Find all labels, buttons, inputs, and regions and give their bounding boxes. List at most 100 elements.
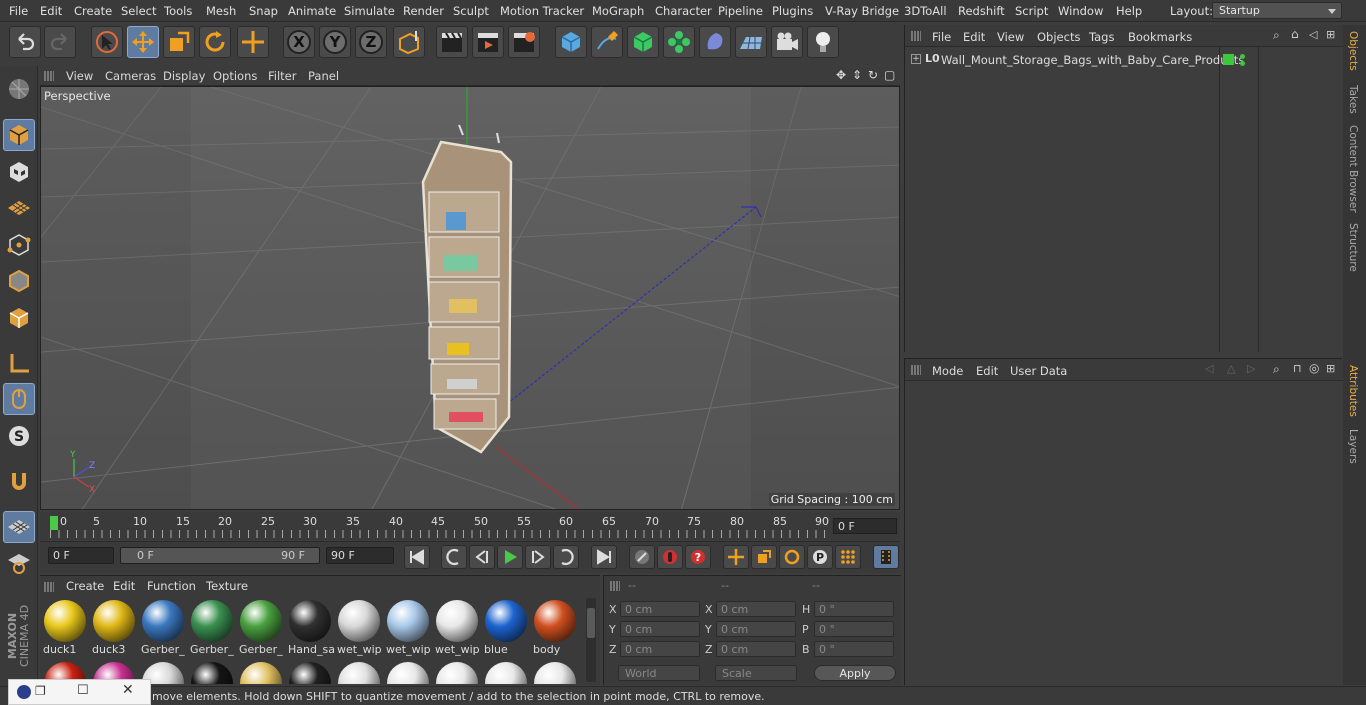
menu-select[interactable]: Select (121, 4, 156, 18)
layout-select[interactable]: Startup (1212, 2, 1342, 19)
scale-tool-button[interactable] (163, 26, 195, 58)
cloner-button[interactable] (663, 26, 695, 58)
next-frame-button[interactable] (525, 545, 551, 569)
keyframe-selection-button[interactable]: ? (685, 545, 711, 569)
timeline-window-button[interactable] (873, 545, 899, 569)
material-swatch[interactable]: wet_wip (336, 598, 382, 656)
material-swatch[interactable]: Gerber_ (140, 598, 186, 656)
size-y-field[interactable]: 0 cm (716, 621, 796, 637)
viewport-menu-cameras[interactable]: Cameras (105, 69, 156, 83)
coordinate-system-button[interactable] (393, 26, 425, 58)
object-menu-edit[interactable]: Edit (963, 30, 985, 44)
deformer-button[interactable] (699, 26, 731, 58)
material-swatch[interactable] (238, 660, 284, 684)
nav-forward-icon[interactable]: ▷ (1247, 362, 1255, 375)
light-button[interactable] (807, 26, 839, 58)
previous-key-button[interactable] (441, 545, 467, 569)
snap-button[interactable] (3, 466, 35, 498)
material-swatch[interactable] (336, 660, 382, 684)
material-swatch[interactable]: wet_wip (385, 598, 431, 656)
move-tool-button[interactable] (127, 26, 159, 58)
quantize-button[interactable] (3, 547, 35, 579)
viewport-perspective[interactable]: Y Z X Perspective Grid Spacing : 100 cm (40, 86, 900, 510)
material-swatch[interactable] (189, 660, 235, 684)
object-menu-file[interactable]: File (932, 30, 951, 44)
drag-handle-icon[interactable] (911, 365, 921, 375)
material-menu-function[interactable]: Function (147, 579, 196, 593)
restore-icon[interactable]: ❐ (35, 684, 46, 698)
material-swatch[interactable]: body (532, 598, 578, 656)
record-keys-button[interactable] (629, 545, 655, 569)
coordinate-mode-select[interactable]: Scale (715, 665, 797, 681)
layer-color-swatch[interactable] (1223, 54, 1234, 65)
coordinate-space-select[interactable]: World (618, 665, 700, 681)
polygons-mode-button[interactable] (3, 302, 35, 334)
workplane-button[interactable] (3, 192, 35, 224)
nav-back-icon[interactable]: ◁ (1205, 362, 1213, 375)
viewport-menu-display[interactable]: Display (163, 69, 205, 83)
new-panel-icon[interactable]: ⊞ (1326, 28, 1335, 41)
menu-file[interactable]: File (9, 4, 28, 18)
search-icon[interactable]: ⌕ (1273, 362, 1280, 377)
material-swatch[interactable]: duck1 (42, 598, 88, 656)
menu-pipeline[interactable]: Pipeline (718, 4, 763, 18)
drag-handle-icon[interactable] (610, 581, 620, 591)
tweak-mode-button[interactable] (3, 383, 35, 415)
object-menu-tags[interactable]: Tags (1089, 30, 1114, 44)
tab-attributes[interactable]: Attributes (1347, 365, 1359, 417)
lock-icon[interactable]: ⊓ (1293, 362, 1302, 375)
x-axis-button[interactable]: X (283, 26, 315, 58)
menu-plugins[interactable]: Plugins (772, 4, 813, 18)
menu-3dtoall[interactable]: 3DToAll (904, 4, 947, 18)
target-icon[interactable]: ◎ (1309, 361, 1319, 375)
menu-edit[interactable]: Edit (40, 4, 62, 18)
edges-mode-button[interactable] (3, 265, 35, 297)
workplane-lock-button[interactable] (3, 511, 35, 543)
material-swatch[interactable] (483, 660, 529, 684)
menu-animate[interactable]: Animate (288, 4, 336, 18)
texture-mode-button[interactable] (3, 156, 35, 188)
current-frame-field[interactable]: 0 F (833, 518, 897, 534)
go-to-end-button[interactable] (591, 545, 617, 569)
viewport-menu-options[interactable]: Options (213, 69, 257, 83)
material-scrollbar[interactable] (586, 598, 596, 682)
scale-key-button[interactable] (751, 545, 777, 569)
tab-takes[interactable]: Takes (1347, 85, 1359, 114)
autokeying-button[interactable] (657, 545, 683, 569)
tab-objects[interactable]: Objects (1347, 31, 1359, 71)
material-swatch[interactable] (287, 660, 333, 684)
search-icon[interactable]: ⌕ (1273, 28, 1280, 43)
model-mode-button[interactable] (3, 119, 35, 151)
menu-window[interactable]: Window (1058, 4, 1103, 18)
material-swatch[interactable] (434, 660, 480, 684)
position-key-button[interactable] (723, 545, 749, 569)
material-swatch[interactable]: Gerber_ (238, 598, 284, 656)
subdivision-button[interactable] (627, 26, 659, 58)
menu-render[interactable]: Render (403, 4, 444, 18)
menu-vray-bridge[interactable]: V-Ray Bridge (825, 4, 899, 18)
timeline-playhead[interactable] (50, 516, 58, 530)
menu-motion-tracker[interactable]: Motion Tracker (500, 4, 584, 18)
attribute-menu-edit[interactable]: Edit (976, 364, 998, 378)
undo-button[interactable] (9, 26, 41, 58)
material-swatch[interactable]: Hand_sa (287, 598, 334, 656)
menu-create[interactable]: Create (74, 4, 112, 18)
menu-character[interactable]: Character (655, 4, 712, 18)
size-z-field[interactable]: 0 cm (716, 641, 796, 657)
redo-button[interactable] (44, 26, 76, 58)
material-menu-edit[interactable]: Edit (113, 579, 135, 593)
apply-button[interactable]: Apply (814, 665, 896, 681)
preview-range-slider[interactable]: 0 F 90 F (120, 547, 320, 564)
render-picture-viewer-button[interactable] (472, 26, 504, 58)
object-menu-bookmarks[interactable]: Bookmarks (1128, 30, 1192, 44)
object-name[interactable]: Wall_Mount_Storage_Bags_with_Baby_Care_P… (941, 53, 1244, 67)
material-swatch[interactable]: wet_wip (434, 598, 480, 656)
make-editable-button[interactable] (3, 73, 35, 105)
material-swatch[interactable] (385, 660, 431, 684)
material-menu-create[interactable]: Create (66, 579, 104, 593)
viewport-maximize-icon[interactable]: ▢ (884, 68, 895, 82)
tab-structure[interactable]: Structure (1347, 223, 1359, 272)
previous-frame-button[interactable] (469, 545, 495, 569)
object-menu-view[interactable]: View (997, 30, 1024, 44)
next-key-button[interactable] (553, 545, 579, 569)
